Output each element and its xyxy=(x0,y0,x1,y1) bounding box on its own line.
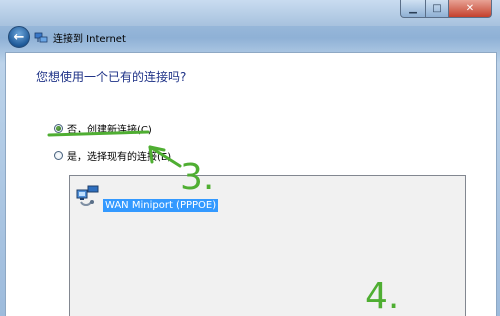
option-create-new[interactable]: 否，创建新连接(C) xyxy=(54,121,152,136)
question-heading: 您想使用一个已有的连接吗? xyxy=(36,70,187,84)
navigation-bar: ← 连接到 Internet xyxy=(0,24,500,50)
option-use-existing-label: 是，选择现有的连接(E) xyxy=(67,152,172,163)
close-button[interactable]: ✕ xyxy=(449,0,492,18)
wizard-title: 连接到 Internet xyxy=(53,34,126,45)
radio-button[interactable] xyxy=(54,151,63,160)
wizard-content: 您想使用一个已有的连接吗? 否，创建新连接(C) 是，选择现有的连接(E) WA… xyxy=(5,52,497,316)
step-4-label: 4. xyxy=(365,276,400,316)
network-adapter-icon xyxy=(76,185,99,206)
step-3-label: 3. xyxy=(180,157,215,198)
option-create-new-label: 否，创建新连接(C) xyxy=(67,125,152,136)
back-button[interactable]: ← xyxy=(8,26,30,48)
minimize-button[interactable]: ▁ xyxy=(400,0,426,18)
radio-button-checked[interactable] xyxy=(54,124,63,133)
network-connection-icon xyxy=(34,32,48,43)
connection-list[interactable]: WAN Miniport (PPPOE) xyxy=(69,175,466,316)
arrow-left-icon: ← xyxy=(13,29,25,45)
window-controls: ▁ □ ✕ xyxy=(400,0,492,18)
connection-name: WAN Miniport (PPPOE) xyxy=(103,199,219,212)
wizard-window: ▁ □ ✕ ← 连接到 Internet 您想使用一个已有的连接吗? 否，创建新… xyxy=(0,0,500,316)
option-use-existing[interactable]: 是，选择现有的连接(E) xyxy=(54,148,171,163)
maximize-button[interactable]: □ xyxy=(426,0,449,18)
